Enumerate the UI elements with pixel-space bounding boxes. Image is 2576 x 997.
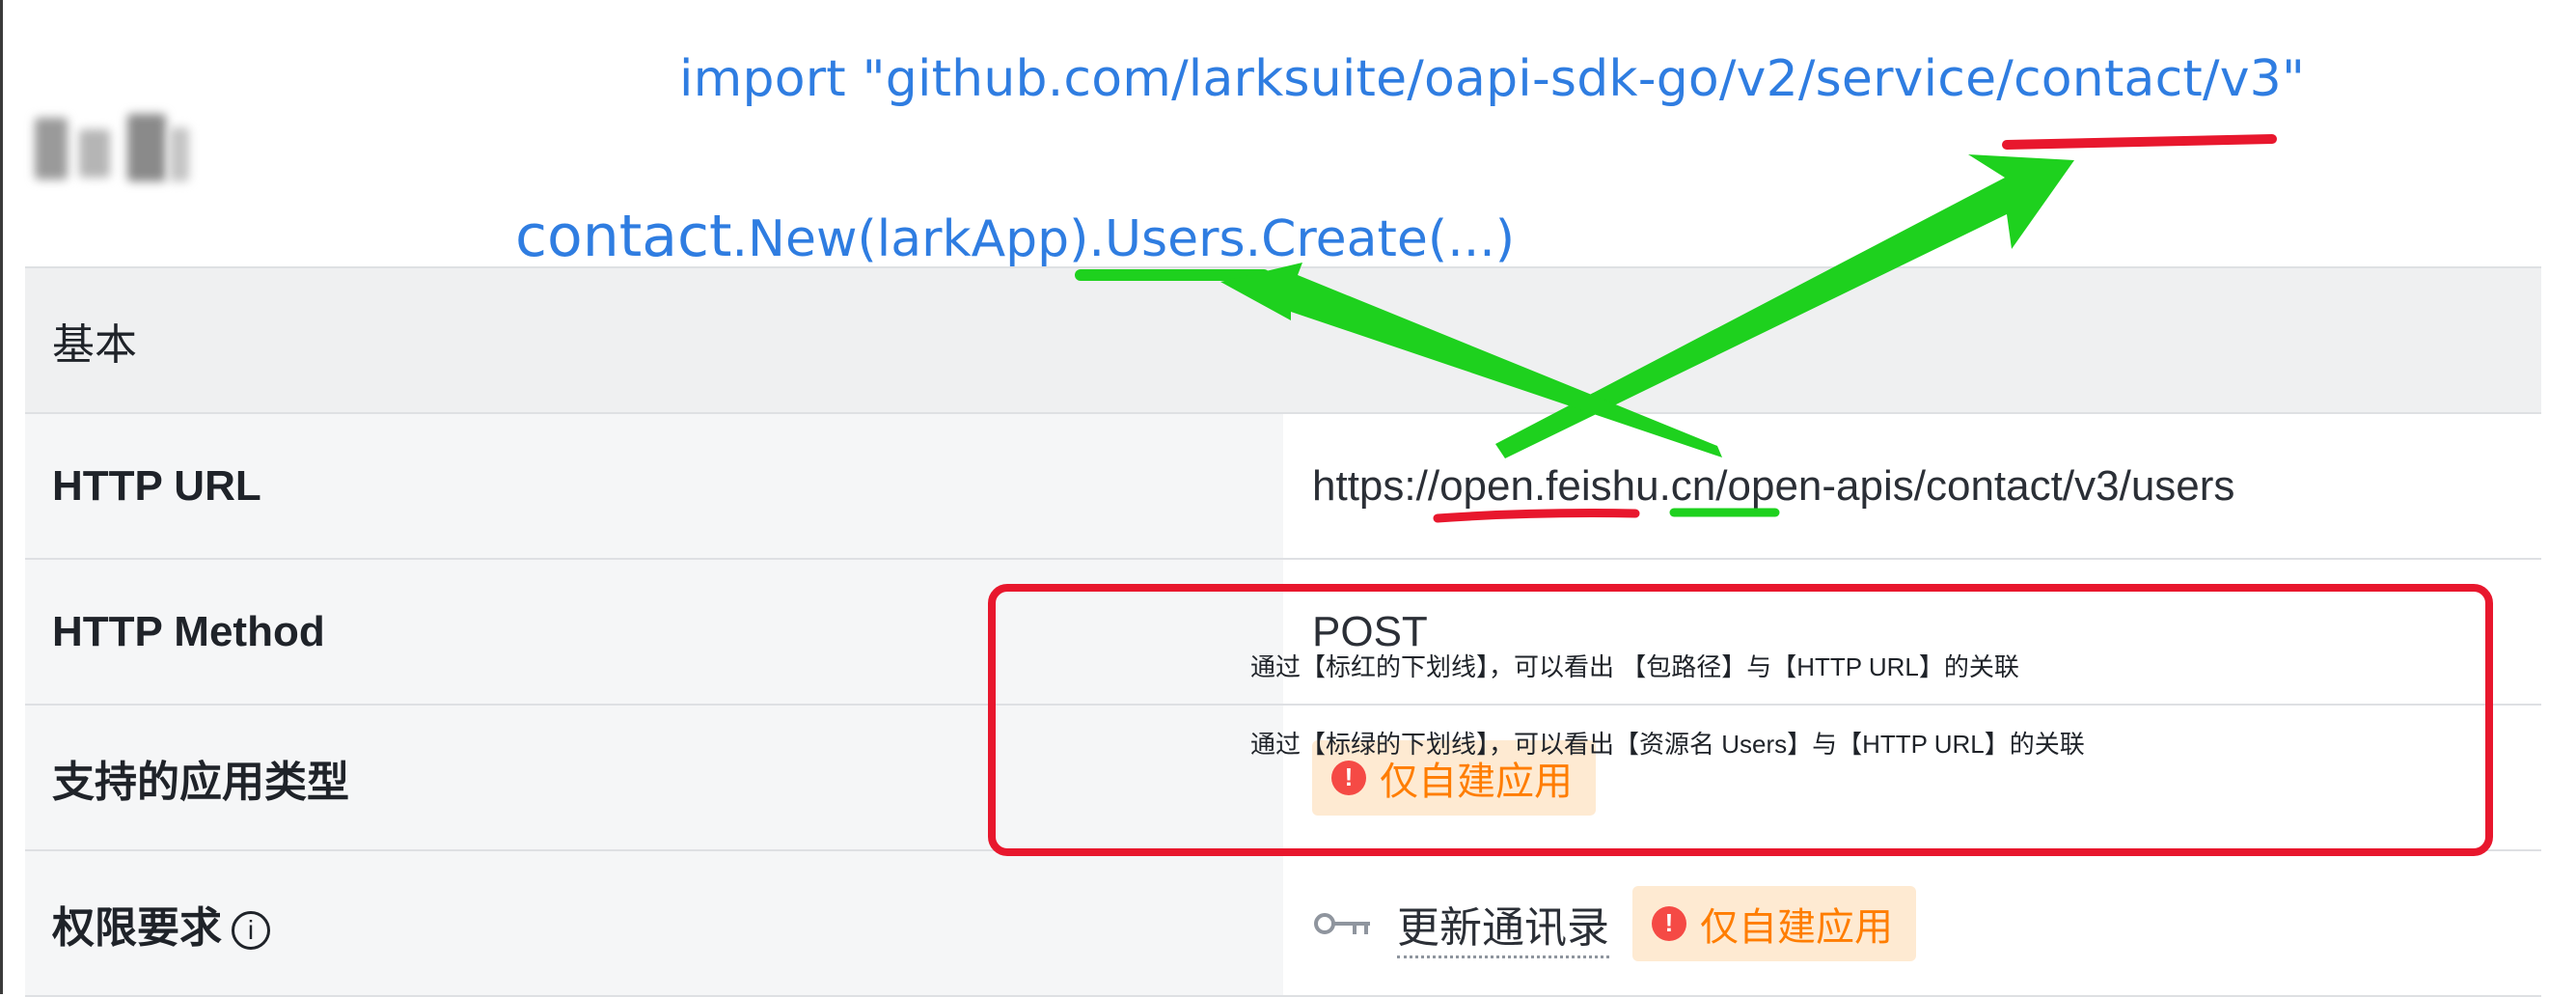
note-green-underline: 通过【标绿的下划线】，可以看出【资源名 Users】与【HTTP URL】的关联 bbox=[1250, 730, 2085, 759]
red-underline-import bbox=[2002, 134, 2277, 150]
exclamation-icon: ! bbox=[1652, 905, 1686, 941]
permission-row: 权限要求 i 更新通讯录! 仅自建应用 bbox=[25, 849, 2541, 997]
url-contact-segment: contact bbox=[1925, 461, 2063, 510]
section-header-row: 基本 bbox=[25, 266, 2541, 413]
annotation-note-box: 通过【标红的下划线】，可以看出 【包路径】与【HTTP URL】的关联 通过【标… bbox=[988, 584, 2493, 856]
http-url-value: https://open.feishu.cn/open-apis/contact… bbox=[1283, 412, 2541, 559]
blurred-logo bbox=[35, 108, 189, 189]
window-left-border bbox=[0, 0, 3, 994]
permission-label: 权限要求 bbox=[52, 903, 222, 952]
url-resource-segment: users bbox=[2130, 461, 2235, 510]
code-annotation: contact.New(larkApp).Users.Create(...) bbox=[515, 203, 1515, 270]
key-icon bbox=[1314, 912, 1370, 934]
tag-label: 仅自建应用 bbox=[1700, 905, 1893, 949]
permission-value: 更新通讯录! 仅自建应用 bbox=[1283, 849, 2541, 997]
code-package-name: contact bbox=[515, 203, 732, 270]
http-url-label: HTTP URL bbox=[25, 412, 1283, 559]
http-url-row: HTTP URL https://open.feishu.cn/open-api… bbox=[25, 412, 2541, 559]
import-annotation: import "github.com/larksuite/oapi-sdk-go… bbox=[679, 50, 2306, 108]
note-red-underline: 通过【标红的下划线】，可以看出 【包路径】与【HTTP URL】的关联 bbox=[1250, 652, 2019, 681]
permission-label-cell: 权限要求 i bbox=[25, 849, 1283, 997]
url-slash: / bbox=[2119, 461, 2131, 510]
scope-contact-update-link[interactable]: 更新通讯录 bbox=[1397, 903, 1609, 958]
section-title: 基本 bbox=[25, 266, 2541, 413]
url-prefix: https://open.feishu.cn/open-apis/ bbox=[1312, 461, 1926, 510]
url-version-segment: v3 bbox=[2074, 461, 2120, 510]
custom-app-only-tag: ! 仅自建应用 bbox=[1632, 885, 1916, 961]
url-slash: / bbox=[2062, 461, 2075, 510]
info-icon[interactable]: i bbox=[232, 910, 270, 950]
code-call-chain: .New(larkApp).Users.Create(...) bbox=[731, 210, 1516, 268]
